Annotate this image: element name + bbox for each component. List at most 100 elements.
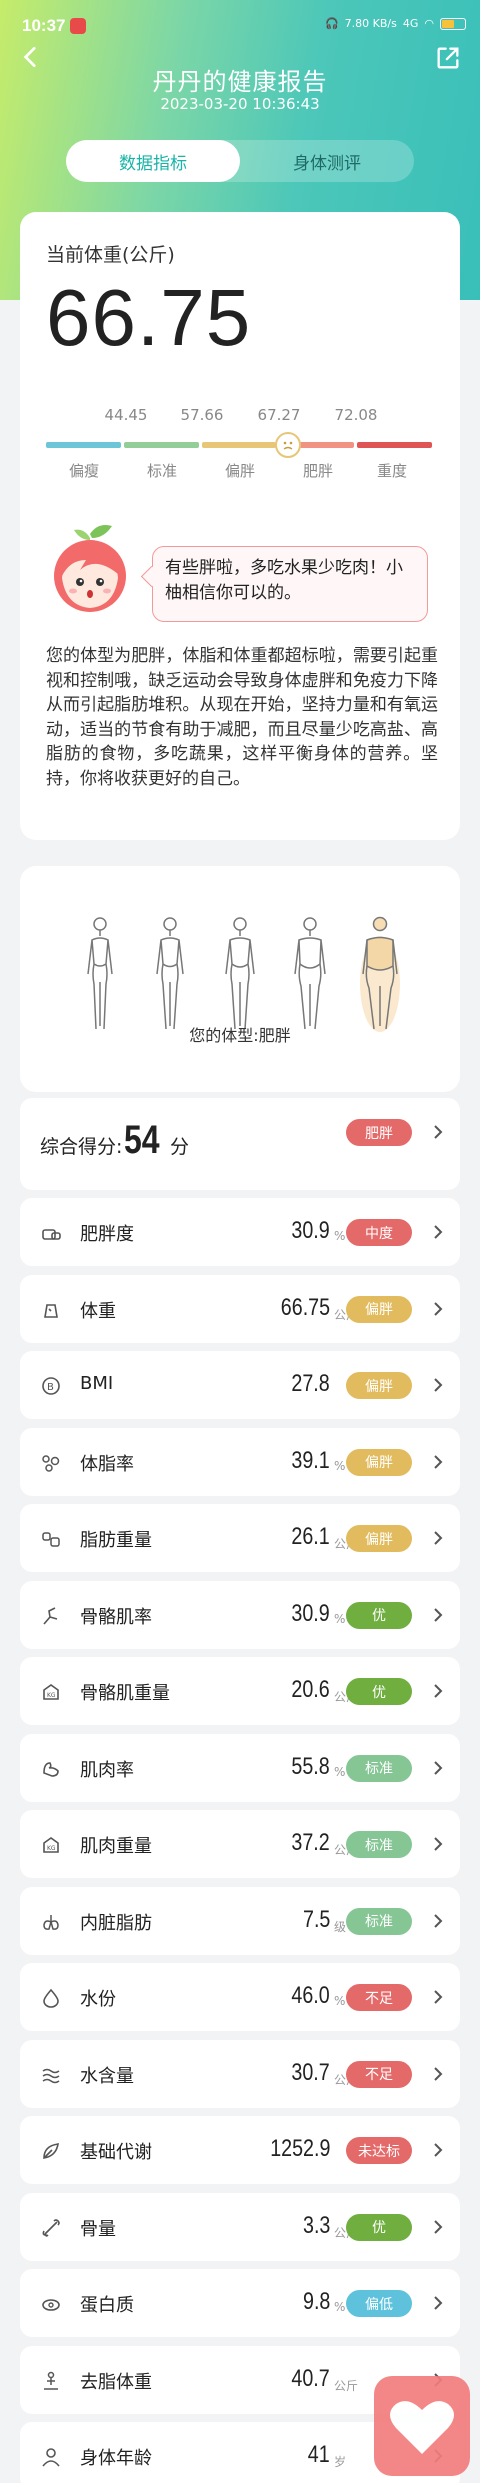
metric-unit: %	[334, 1229, 346, 1243]
skeletal-muscle-mass-icon: KG	[43, 1684, 59, 1700]
metric-row[interactable]: 骨骼肌率 30.9% 优	[20, 1580, 460, 1649]
threshold-4: 72.08	[334, 406, 378, 424]
metric-row[interactable]: 体重66.75公斤偏胖	[20, 1274, 460, 1343]
metric-row[interactable]: 内脏脂肪 7.5 级标准	[20, 1886, 460, 1955]
metric-unit: %	[334, 2300, 346, 2314]
skeletal-muscle-icon	[43, 1606, 58, 1625]
report-datetime: 2023-03-20 10:36:43	[160, 95, 320, 113]
status-bar: 10:37 🎧 7.80 KB/s 4G ◠	[0, 0, 480, 50]
metric-status-badge: 偏胖	[346, 1525, 412, 1552]
metric-name: 蛋白质	[80, 2295, 134, 2316]
metric-value: 1252.9	[269, 2135, 330, 2162]
metric-row[interactable]: 蛋白质 9.8% 偏低	[20, 2269, 460, 2337]
weight-marker-face-icon	[275, 432, 301, 458]
score-badge: 肥胖	[346, 1119, 412, 1146]
visceral-fat-icon	[43, 1914, 59, 1930]
fat-mass-icon	[42, 1532, 60, 1547]
metric-row[interactable]: 基础代谢 1252.9 未达标	[20, 2116, 460, 2184]
metric-name: BMI	[80, 1373, 114, 1394]
metric-row[interactable]: 肌肉率 55.8% 标准	[20, 1733, 460, 1802]
chevron-right-icon	[434, 2219, 443, 2234]
net-speed: 7.80 KB/s	[344, 17, 397, 30]
metric-row[interactable]: 肥胖度 30.9% 中度	[20, 1198, 460, 1266]
body-figure-icon	[87, 917, 113, 1030]
metric-name: 体重	[80, 1300, 116, 1322]
protein-icon	[42, 2299, 60, 2311]
chevron-right-icon	[434, 1684, 443, 1698]
muscle-mass-icon: KG	[43, 1837, 59, 1853]
metric-status-badge: 偏胖	[346, 1372, 412, 1399]
overall-score-row[interactable]: 综合得分: 54 分 肥胖	[20, 1098, 460, 1190]
metric-status-badge: 未达标	[346, 2137, 412, 2164]
metric-value: 30.7	[291, 2058, 330, 2086]
threshold-1: 44.45	[104, 406, 148, 424]
metric-name: 骨骼肌率	[80, 1606, 152, 1628]
metric-status-badge: 优	[346, 1601, 412, 1629]
metric-value: 39.1	[291, 1446, 330, 1474]
metric-row[interactable]: KG 肌肉重量 37.2 公斤 标准	[20, 1810, 460, 1878]
svg-text:B: B	[47, 1382, 54, 1393]
metric-row[interactable]: 水含量30.7公斤不足	[20, 2039, 460, 2108]
chevron-right-icon	[434, 1990, 443, 2004]
tab-data-metrics[interactable]: 数据指标	[66, 140, 240, 182]
wifi-icon: ◠	[424, 17, 434, 30]
headphones-icon: 🎧	[324, 17, 339, 30]
battery-icon	[440, 17, 466, 30]
metric-name: 骨骼肌重量	[80, 1683, 170, 1704]
category-underweight: 偏瘦	[68, 462, 100, 480]
weight-value: 66.75	[46, 273, 252, 362]
metric-row[interactable]: 体脂率 39.1% 偏胖	[20, 1427, 460, 1496]
water-content-icon	[42, 2068, 60, 2083]
metric-status-badge: 偏低	[346, 2290, 412, 2317]
metric-unit: %	[334, 1764, 346, 1779]
body-figure-icon	[225, 917, 255, 1030]
floating-heart-button[interactable]	[374, 2376, 470, 2476]
metric-unit: 岁	[334, 2455, 347, 2469]
metric-value: 41	[308, 2441, 330, 2468]
metric-value: 30.9	[291, 1217, 330, 1244]
chevron-right-icon	[434, 1378, 443, 1392]
metric-name: 去脂体重	[80, 2371, 152, 2393]
metric-value: 30.9	[291, 1599, 330, 1627]
metric-row[interactable]: 水份 46.0% 不足	[20, 1963, 460, 2031]
metric-value: 46.0	[291, 1982, 330, 2009]
metric-row[interactable]: 脂肪重量 26.1 公斤 偏胖	[20, 1504, 460, 1572]
chevron-right-icon	[434, 1125, 443, 1139]
metric-unit: 公斤	[334, 2378, 359, 2393]
metric-name: 肌肉重量	[80, 1836, 152, 1857]
category-standard: 标准	[146, 462, 178, 480]
tab-bar: 数据指标 身体测评	[66, 140, 414, 182]
metric-status-badge: 中度	[346, 1219, 412, 1246]
bmi-icon: B	[42, 1377, 60, 1395]
metric-value: 26.1	[291, 1523, 330, 1550]
muscle-icon	[43, 1761, 59, 1777]
tab-body-assessment[interactable]: 身体测评	[240, 140, 414, 182]
water-icon	[43, 1988, 59, 2008]
weight-card: 当前体重(公斤) 66.75 44.45 57.66 67.27 72.08 偏…	[20, 212, 460, 840]
app-notification-icon	[70, 18, 86, 34]
metric-status-badge: 不足	[346, 2060, 412, 2088]
status-right: 🎧 7.80 KB/s 4G ◠	[325, 17, 466, 30]
metric-name: 水份	[80, 1989, 116, 2010]
metric-name: 水含量	[80, 2065, 134, 2087]
metric-row[interactable]: B BMI 27.8 偏胖	[20, 1351, 460, 1419]
metric-value: 3.3	[302, 2211, 330, 2239]
scale-segment	[123, 442, 199, 448]
chevron-right-icon	[434, 1225, 443, 1239]
status-time: 10:37	[22, 16, 66, 35]
page-title: 丹丹的健康报告	[152, 68, 328, 96]
metric-row[interactable]: 骨量3.3公斤优	[20, 2192, 460, 2261]
chevron-right-icon	[434, 1760, 443, 1775]
weight-scale-bar	[46, 442, 432, 448]
chevron-right-icon	[434, 1301, 443, 1316]
body-type-figures	[80, 914, 400, 1034]
metric-status-badge: 偏胖	[346, 1295, 412, 1323]
metric-value: 55.8	[291, 1752, 330, 1780]
metric-value: 7.5	[302, 1905, 330, 1933]
svg-text:KG: KG	[47, 1845, 56, 1852]
scale-segment	[357, 442, 432, 448]
metric-row[interactable]: KG 骨骼肌重量 20.6 公斤优	[20, 1657, 460, 1725]
scale-segment	[201, 442, 277, 448]
metric-status-badge: 标准	[346, 1907, 412, 1935]
body-age-icon	[42, 2448, 60, 2467]
